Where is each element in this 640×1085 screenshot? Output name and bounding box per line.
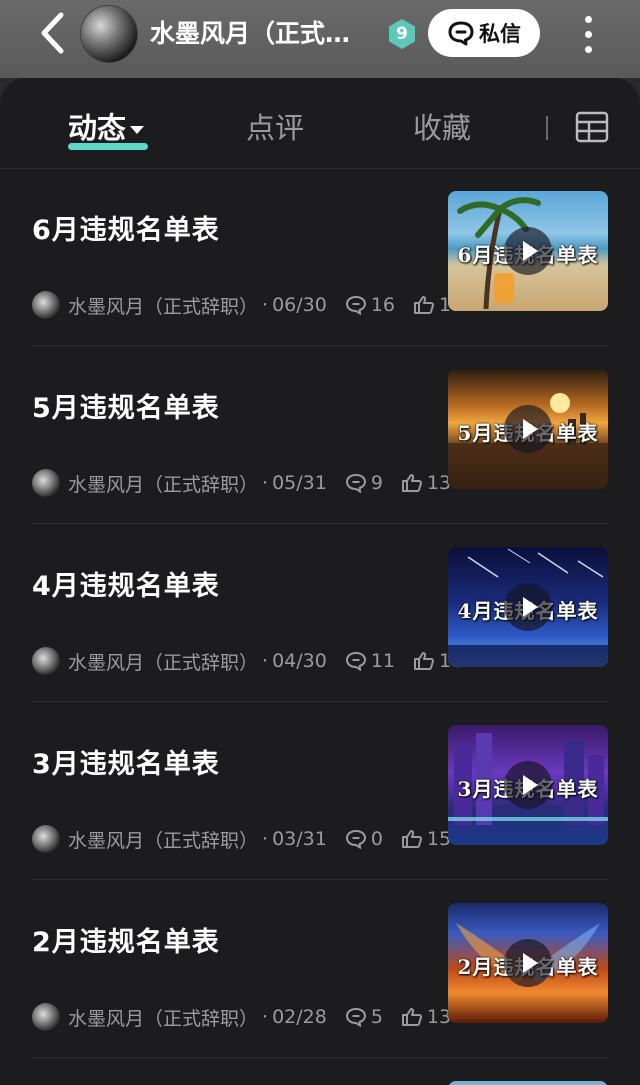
message-button-label: 私信 <box>479 22 521 46</box>
tab-active-indicator <box>68 143 148 150</box>
list-item[interactable]: 2月违规名单表 水墨风月（正式辞职） · 02/28 5 13 <box>0 880 640 1058</box>
comment-count: 9 <box>345 472 383 494</box>
comment-count: 16 <box>345 294 395 316</box>
author-name: 水墨风月（正式辞职） <box>68 295 259 318</box>
thumbs-up-icon <box>401 474 422 492</box>
play-icon[interactable] <box>504 939 552 987</box>
page-title[interactable]: 水墨风月（正式… <box>150 14 382 54</box>
thumbs-up-icon <box>401 1008 422 1026</box>
post-meta: 水墨风月（正式辞职） · 03/31 0 15 <box>32 824 451 854</box>
tab-dynamic-label: 动态 <box>68 111 127 145</box>
more-options-button[interactable] <box>572 12 604 56</box>
grid-view-icon <box>575 111 609 143</box>
level-badge: 9 <box>388 18 416 50</box>
video-thumbnail[interactable]: 6月违规名单表 <box>448 191 608 311</box>
post-list: 6月违规名单表 水墨风月（正式辞职） · 06/30 16 11 <box>0 168 640 1085</box>
play-icon[interactable] <box>504 227 552 275</box>
author-name: 水墨风月（正式辞职） <box>68 651 259 674</box>
comment-count: 11 <box>345 650 395 672</box>
chat-icon <box>448 21 474 46</box>
play-icon[interactable] <box>504 583 552 631</box>
tab-divider <box>546 116 548 140</box>
author-name: 水墨风月（正式辞职） <box>68 1007 259 1030</box>
post-meta: 水墨风月（正式辞职） · 05/31 9 13 <box>32 468 451 498</box>
dot-icon <box>584 45 592 53</box>
tab-favorites[interactable]: 收藏 <box>413 108 471 148</box>
comment-icon <box>345 473 366 493</box>
author-name: 水墨风月（正式辞职） <box>68 473 259 496</box>
author-name: 水墨风月（正式辞职） <box>68 829 259 852</box>
post-title[interactable]: 2月违规名单表 <box>32 920 220 959</box>
post-date: 03/31 <box>272 828 327 850</box>
like-count[interactable]: 13 <box>401 472 451 494</box>
avatar[interactable] <box>80 5 138 63</box>
thumbs-up-icon <box>414 296 435 314</box>
list-item[interactable]: 5月违规名单表 水墨风月（正式辞职） · 05/31 9 13 <box>0 346 640 524</box>
comment-count: 5 <box>345 1006 383 1028</box>
like-count[interactable]: 13 <box>401 1006 451 1028</box>
dot-icon <box>584 30 592 38</box>
video-thumbnail[interactable]: 2月违规名单表 <box>448 903 608 1023</box>
comment-icon <box>345 1007 366 1027</box>
back-button[interactable] <box>30 10 74 56</box>
list-item[interactable]: 6月违规名单表 水墨风月（正式辞职） · 06/30 16 11 <box>0 168 640 346</box>
tab-dynamic[interactable]: 动态 <box>68 108 145 148</box>
like-count[interactable]: 15 <box>401 828 451 850</box>
avatar <box>32 1003 60 1031</box>
post-title[interactable]: 6月违规名单表 <box>32 208 220 247</box>
comment-count: 0 <box>345 828 383 850</box>
dot-icon <box>584 15 592 23</box>
avatar <box>32 469 60 497</box>
level-number: 9 <box>396 24 408 44</box>
layout-toggle-button[interactable] <box>574 110 610 144</box>
play-icon[interactable] <box>504 405 552 453</box>
tab-reviews[interactable]: 点评 <box>246 108 304 148</box>
list-item[interactable]: 3月违规名单表 水墨风月（正式辞职） · 03/31 0 15 <box>0 702 640 880</box>
avatar <box>32 647 60 675</box>
avatar <box>32 825 60 853</box>
post-date: 05/31 <box>272 472 327 494</box>
post-date: 04/30 <box>272 650 327 672</box>
post-title[interactable]: 5月违规名单表 <box>32 386 220 425</box>
chevron-left-icon <box>41 12 64 54</box>
play-icon[interactable] <box>504 761 552 809</box>
avatar <box>32 291 60 319</box>
top-bar: 水墨风月（正式… 9 私信 <box>0 0 640 78</box>
post-title[interactable]: 3月违规名单表 <box>32 742 220 781</box>
post-meta: 水墨风月（正式辞职） · 02/28 5 13 <box>32 1002 451 1032</box>
video-thumbnail[interactable]: 3月违规名单表 <box>448 725 608 845</box>
post-meta: 水墨风月（正式辞职） · 06/30 16 11 <box>32 290 463 320</box>
list-item[interactable] <box>0 1058 640 1085</box>
message-button[interactable]: 私信 <box>428 9 540 57</box>
post-date: 02/28 <box>272 1006 327 1028</box>
video-thumbnail[interactable]: 4月违规名单表 <box>448 547 608 667</box>
comment-icon <box>345 651 366 671</box>
caret-down-icon <box>130 126 145 134</box>
thumbs-up-icon <box>414 652 435 670</box>
post-title[interactable]: 4月违规名单表 <box>32 564 220 603</box>
video-thumbnail[interactable]: 5月违规名单表 <box>448 369 608 489</box>
comment-icon <box>345 829 366 849</box>
post-date: 06/30 <box>272 294 327 316</box>
post-meta: 水墨风月（正式辞职） · 04/30 11 16 <box>32 646 463 676</box>
list-item[interactable]: 4月违规名单表 水墨风月（正式辞职） · 04/30 11 16 <box>0 524 640 702</box>
content-panel: 动态 点评 收藏 6月违规名单表 水墨风月（正式辞职） · 06/30 16 5… <box>0 78 640 1085</box>
comment-icon <box>345 295 366 315</box>
tab-bar: 动态 点评 收藏 <box>0 78 640 169</box>
video-thumbnail[interactable] <box>448 1081 608 1085</box>
thumbs-up-icon <box>401 830 422 848</box>
